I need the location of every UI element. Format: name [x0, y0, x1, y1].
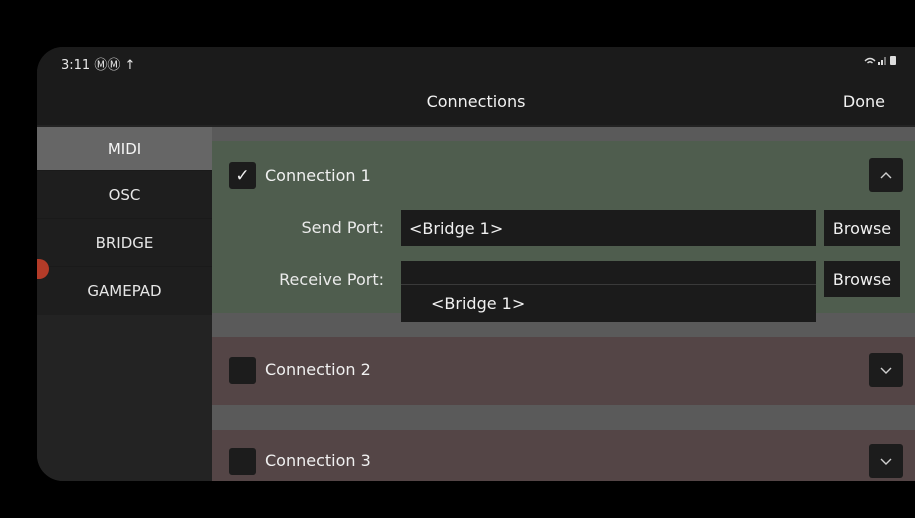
- device-screen: 3:11 ⓂⓂ ↑ Connections Done MIDI OSC BRID…: [37, 47, 915, 481]
- done-button[interactable]: Done: [843, 92, 885, 111]
- sidebar: MIDI OSC BRIDGE GAMEPAD: [37, 127, 212, 481]
- sidebar-item-osc[interactable]: OSC: [37, 171, 212, 219]
- chevron-down-icon: [880, 458, 892, 465]
- receive-port-browse-button[interactable]: Browse: [824, 261, 900, 297]
- connection-3-label: Connection 3: [265, 451, 371, 470]
- receive-port-dropdown: <Bridge 1>: [401, 284, 816, 322]
- collapse-button[interactable]: [869, 158, 903, 192]
- sidebar-item-gamepad[interactable]: GAMEPAD: [37, 267, 212, 315]
- connection-panel-3: Connection 3: [212, 430, 915, 481]
- chevron-down-icon: [880, 367, 892, 374]
- send-port-browse-button[interactable]: Browse: [824, 210, 900, 246]
- sidebar-item-midi[interactable]: MIDI: [37, 127, 212, 171]
- connection-1-checkbox[interactable]: ✓: [229, 162, 256, 189]
- status-bar: 3:11 ⓂⓂ ↑: [37, 47, 915, 77]
- sidebar-item-bridge[interactable]: BRIDGE: [37, 219, 212, 267]
- chevron-up-icon: [880, 172, 892, 179]
- connection-2-label: Connection 2: [265, 360, 371, 379]
- status-icons: [863, 54, 897, 69]
- status-time: 3:11 ⓂⓂ ↑: [61, 58, 136, 73]
- send-port-label: Send Port:: [301, 218, 385, 237]
- signal-wifi-battery-icon: [864, 56, 896, 65]
- dropdown-option-bridge-1[interactable]: <Bridge 1>: [431, 294, 525, 313]
- connections-list: ✓ Connection 1 Send Port: <Bridge 1> Bro…: [212, 127, 915, 481]
- navigation-bar: Connections Done: [37, 77, 915, 125]
- connection-2-checkbox[interactable]: [229, 357, 256, 384]
- page-title: Connections: [426, 92, 526, 111]
- receive-port-label: Receive Port:: [279, 270, 384, 289]
- expand-button[interactable]: [869, 353, 903, 387]
- connection-panel-2: Connection 2: [212, 337, 915, 405]
- expand-button[interactable]: [869, 444, 903, 478]
- connection-3-checkbox[interactable]: [229, 448, 256, 475]
- connection-1-label: Connection 1: [265, 166, 371, 185]
- send-port-field[interactable]: <Bridge 1>: [401, 210, 816, 246]
